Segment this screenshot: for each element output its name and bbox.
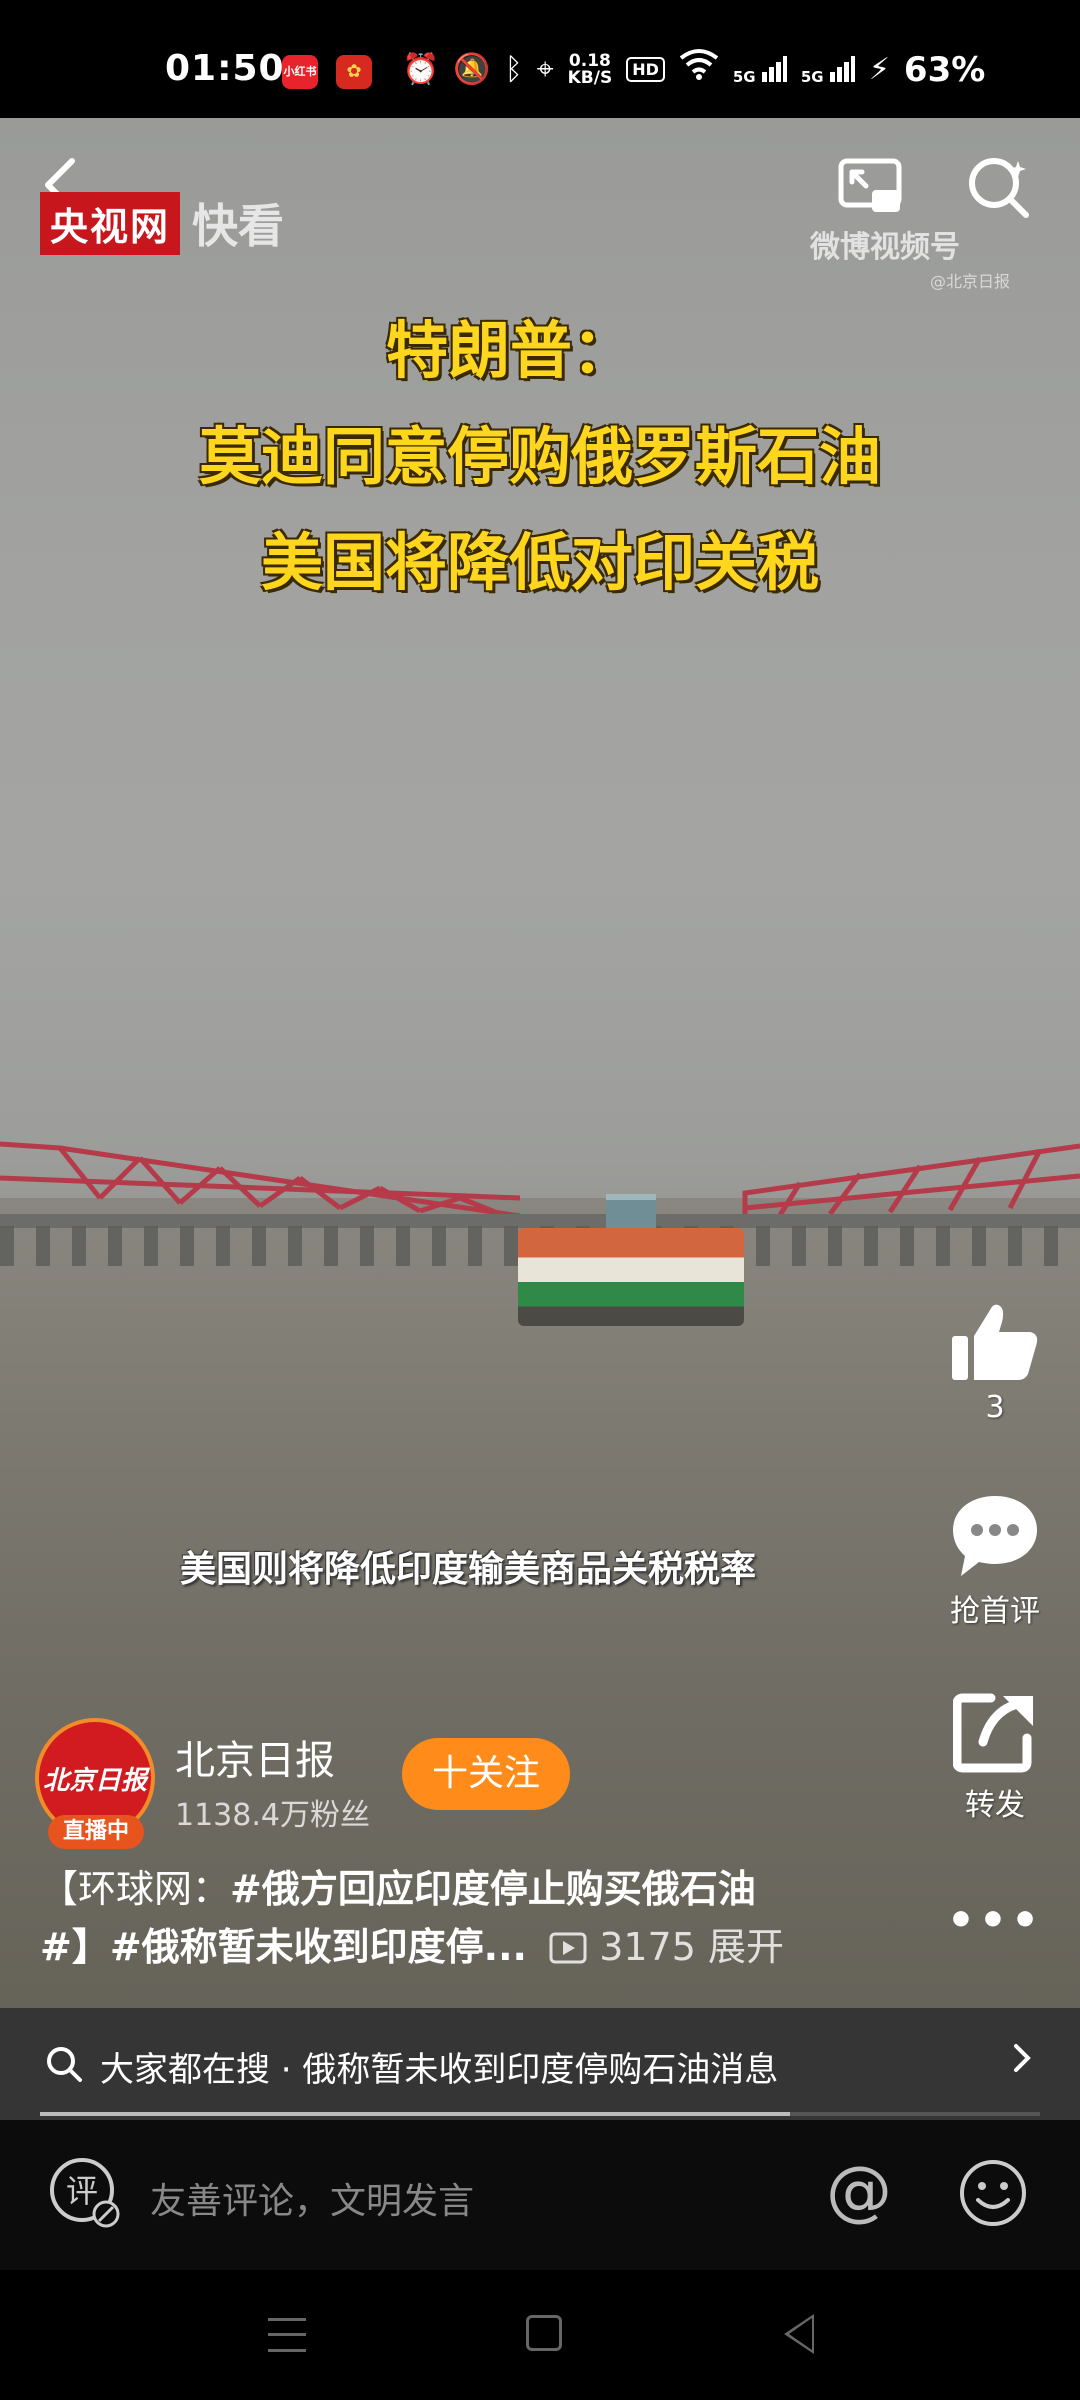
wifi-icon <box>679 48 719 91</box>
hashtag-link[interactable]: #俄方回应印度停止购买俄石油 <box>230 1867 756 1911</box>
alarm-icon: ⏰ <box>402 51 440 87</box>
video-progress-bar[interactable] <box>40 2112 1040 2116</box>
home-button[interactable] <box>526 2315 562 2351</box>
svg-text:评: 评 <box>66 2172 98 2210</box>
xiaohongshu-notification-icon: 小红书 <box>282 55 318 89</box>
status-bar: 01:50 小红书 ✿ ⏰ 🔕 ᛒ ⌖ 0.18 KB/S HD 5G 5G ⚡… <box>0 0 1080 118</box>
cell-signal-2-icon: 5G <box>801 55 855 84</box>
chevron-right-icon <box>1012 2038 1034 2087</box>
hd-voice-icon: HD <box>626 57 665 82</box>
search-icon <box>47 2047 82 2082</box>
net-speed: 0.18 KB/S <box>567 50 613 88</box>
play-count: 3175 <box>599 1925 696 1969</box>
share-icon <box>953 1693 1033 1773</box>
hashtag-link-2[interactable]: #】#俄称暂未收到印度停... <box>40 1925 527 1969</box>
video-subtitle: 美国则将降低印度输美商品关税税率 <box>180 1549 757 1590</box>
location-icon: ⌖ <box>536 51 554 87</box>
video-progress-fill <box>40 2112 790 2116</box>
status-time: 01:50 <box>165 48 285 89</box>
app-notification-icon: ✿ <box>336 55 372 89</box>
more-options-icon[interactable]: ••• <box>940 1895 1050 1946</box>
headline-line-1: 特朗普： <box>385 314 634 387</box>
headline-line-2: 莫迪同意停购俄罗斯石油 <box>198 420 881 493</box>
picture-in-picture-button[interactable] <box>838 158 904 218</box>
system-back-button[interactable] <box>784 2314 814 2354</box>
status-icons: ⏰ 🔕 ᛒ ⌖ 0.18 KB/S HD 5G 5G ⚡ 63% <box>402 48 985 91</box>
caption-line-2: #】#俄称暂未收到印度停... 3175 展开 <box>40 1918 860 1976</box>
live-badge[interactable]: 直播中 <box>48 1815 144 1849</box>
share-button[interactable]: 转发 <box>940 1690 1050 1824</box>
comment-bubble-icon <box>953 1496 1037 1576</box>
cell-signal-1-icon: 5G <box>733 55 787 84</box>
post-caption[interactable]: 【环球网：#俄方回应印度停止购买俄石油 #】#俄称暂未收到印度停... 3175… <box>40 1860 860 1976</box>
search-icon[interactable] <box>966 155 1032 221</box>
bluetooth-icon: ᛒ <box>504 51 523 87</box>
weibo-watermark-sub: @北京日报 <box>930 272 1011 291</box>
author-fans-count: 1138.4万粉丝 <box>175 1798 370 1833</box>
share-label: 转发 <box>965 1788 1025 1823</box>
comment-bar: 评 友善评论，文明发言 @ <box>0 2120 1080 2270</box>
bridge-pillar <box>518 1228 744 1326</box>
cctv-logo: 央视网 快看 <box>40 190 284 256</box>
mute-icon: 🔕 <box>453 51 491 87</box>
headline-line-3: 美国将降低对印关税 <box>260 526 819 599</box>
system-nav-bar <box>0 2270 1080 2400</box>
bridge-truss-graphic <box>0 1141 1080 1219</box>
comment-input[interactable]: 友善评论，文明发言 <box>150 2172 474 2224</box>
comment-permission-icon[interactable]: 评 <box>48 2156 122 2230</box>
comment-label: 抢首评 <box>950 1594 1040 1629</box>
author-name[interactable]: 北京日报 <box>175 1728 335 1786</box>
search-suggestion-bar[interactable]: 大家都在搜 · 俄称暂未收到印度停购石油消息 <box>0 2008 1080 2120</box>
recent-apps-button[interactable] <box>268 2318 306 2352</box>
caption-line-1: 【环球网：#俄方回应印度停止购买俄石油 <box>40 1867 756 1911</box>
like-button[interactable]: 3 <box>940 1300 1050 1425</box>
video-headline: 特朗普： 莫迪同意停购俄罗斯石油 美国将降低对印关税 <box>90 300 990 602</box>
mention-at-button[interactable]: @ <box>826 2152 892 2229</box>
thumbs-up-icon <box>952 1304 1038 1380</box>
emoji-icon[interactable] <box>958 2158 1028 2228</box>
battery-percent: 63% <box>903 49 986 90</box>
pillar-cabin <box>606 1194 656 1230</box>
weibo-watermark: 微博视频号 <box>810 230 960 265</box>
search-suggestion-text: 大家都在搜 · 俄称暂未收到印度停购石油消息 <box>100 2050 779 2090</box>
comment-button[interactable]: 抢首评 <box>940 1492 1050 1630</box>
charging-icon: ⚡ <box>868 51 890 87</box>
expand-link[interactable]: 展开 <box>708 1925 784 1969</box>
follow-button[interactable]: 十关注 <box>402 1738 570 1810</box>
like-count: 3 <box>985 1390 1005 1425</box>
play-icon <box>539 1925 599 1969</box>
